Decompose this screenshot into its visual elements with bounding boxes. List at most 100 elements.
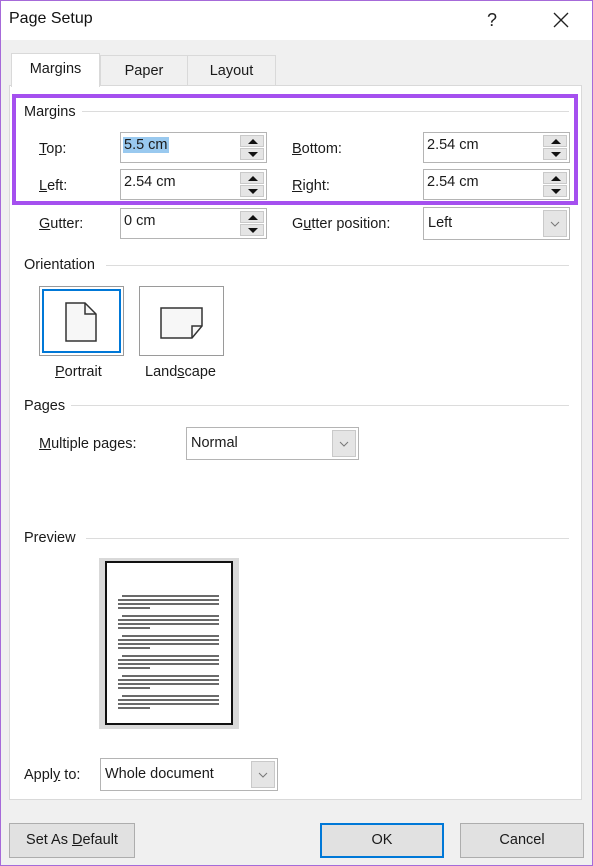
bottom-label-text: ottom: [301, 141, 342, 157]
multiple-pages-value: Normal [191, 435, 238, 451]
right-label: Right: [292, 178, 330, 194]
gutter-spinner[interactable]: 0 cm [120, 208, 267, 239]
gutter-position-label: Gutter position: [292, 216, 390, 232]
tab-layout[interactable]: Layout [187, 55, 276, 86]
bottom-decrement-button[interactable] [543, 148, 567, 160]
pages-group-label: Pages [24, 398, 72, 414]
preview-text-lines [118, 595, 219, 709]
right-label-text: ight: [302, 178, 330, 194]
right-margin-value[interactable]: 2.54 cm [426, 174, 480, 190]
left-label-mnemonic: L [39, 178, 48, 194]
multiple-pages-label-text: ultiple pages: [51, 436, 137, 452]
bottom-margin-value[interactable]: 2.54 cm [426, 137, 480, 153]
left-margin-spinner[interactable]: 2.54 cm [120, 169, 267, 200]
multiple-pages-mnemonic: M [39, 436, 52, 452]
top-increment-button[interactable] [240, 135, 264, 147]
dropdown-button[interactable] [251, 761, 275, 788]
set-default-label-text: efault [82, 832, 118, 848]
page-setup-dialog: Page Setup ? Margins Paper Layout Margin… [0, 0, 593, 866]
portrait-page-icon [65, 302, 97, 342]
pages-group-divider [71, 405, 569, 406]
top-decrement-button[interactable] [240, 148, 264, 160]
bottom-label-mnemonic: B [292, 141, 302, 157]
apply-to-label-pre: Appl [24, 767, 54, 783]
arrow-up-icon [248, 215, 258, 220]
margins-group-label: Margins [24, 104, 82, 120]
cancel-button[interactable]: Cancel [460, 823, 584, 858]
arrow-down-icon [248, 189, 258, 194]
bottom-margin-spinner[interactable]: 2.54 cm [423, 132, 570, 163]
top-margin-spinner[interactable]: 5.5 cm [120, 132, 267, 163]
gutter-label-text: utter: [50, 216, 84, 232]
arrow-up-icon [248, 176, 258, 181]
multiple-pages-label: Multiple pages: [39, 436, 137, 452]
gutter-value[interactable]: 0 cm [123, 213, 156, 229]
landscape-page-icon [160, 307, 203, 339]
landscape-mnemonic: s [177, 364, 185, 380]
arrow-up-icon [551, 176, 561, 181]
ok-button[interactable]: OK [320, 823, 444, 858]
landscape-label-text: cape [184, 364, 216, 380]
left-decrement-button[interactable] [240, 185, 264, 197]
landscape-button[interactable] [139, 286, 224, 356]
landscape-label: Landscape [145, 364, 216, 380]
close-icon [553, 12, 569, 28]
portrait-mnemonic: P [55, 364, 65, 380]
dropdown-button[interactable] [543, 210, 567, 237]
top-label-text: op: [46, 141, 67, 157]
gutter-increment-button[interactable] [240, 211, 264, 223]
bottom-increment-button[interactable] [543, 135, 567, 147]
right-increment-button[interactable] [543, 172, 567, 184]
preview-group-label: Preview [24, 530, 82, 546]
top-margin-value[interactable]: 5.5 cm [123, 137, 169, 153]
gutter-position-value: Left [428, 215, 453, 231]
apply-to-label: Apply to: [24, 767, 80, 783]
gutter-position-label-text: tter position: [311, 216, 391, 232]
arrow-down-icon [248, 152, 258, 157]
dropdown-button[interactable] [332, 430, 356, 457]
arrow-down-icon [551, 189, 561, 194]
right-label-mnemonic: R [292, 178, 303, 194]
left-increment-button[interactable] [240, 172, 264, 184]
tab-margins[interactable]: Margins [11, 53, 100, 87]
gutter-position-label-pre: G [292, 216, 304, 232]
arrow-down-icon [248, 228, 258, 233]
arrow-down-icon [551, 152, 561, 157]
preview-page [105, 561, 233, 725]
bottom-label: Bottom: [292, 141, 342, 157]
preview-group-divider [86, 538, 569, 539]
chevron-down-icon [258, 772, 268, 778]
apply-to-label-text: to: [60, 767, 81, 783]
chevron-down-icon [550, 221, 560, 227]
close-button[interactable] [546, 5, 576, 35]
multiple-pages-dropdown[interactable]: Normal [186, 427, 359, 460]
help-button[interactable]: ? [477, 5, 507, 35]
gutter-decrement-button[interactable] [240, 224, 264, 236]
chevron-down-icon [339, 441, 349, 447]
title-bar: Page Setup ? [1, 1, 592, 40]
margins-group-divider [81, 111, 569, 112]
orientation-group-divider [106, 265, 569, 266]
apply-to-value: Whole document [105, 766, 214, 782]
gutter-label: Gutter: [39, 216, 83, 232]
right-decrement-button[interactable] [543, 185, 567, 197]
orientation-group-label: Orientation [24, 257, 101, 273]
landscape-label-pre: Land [145, 364, 178, 380]
arrow-up-icon [248, 139, 258, 144]
portrait-label-text: ortrait [64, 364, 102, 380]
set-default-mnemonic: D [71, 832, 83, 848]
dialog-title: Page Setup [9, 10, 93, 27]
set-default-label-pre: Set As [26, 832, 72, 848]
portrait-label: Portrait [55, 364, 102, 380]
arrow-up-icon [551, 139, 561, 144]
right-margin-spinner[interactable]: 2.54 cm [423, 169, 570, 200]
gutter-position-dropdown[interactable]: Left [423, 207, 570, 240]
portrait-button[interactable] [39, 286, 124, 356]
left-margin-value[interactable]: 2.54 cm [123, 174, 177, 190]
left-label: Left: [39, 178, 67, 194]
gutter-label-mnemonic: G [39, 216, 51, 232]
apply-to-dropdown[interactable]: Whole document [100, 758, 278, 791]
top-label: Top: [39, 141, 66, 157]
set-as-default-button[interactable]: Set As Default [9, 823, 135, 858]
tab-paper[interactable]: Paper [100, 55, 188, 86]
